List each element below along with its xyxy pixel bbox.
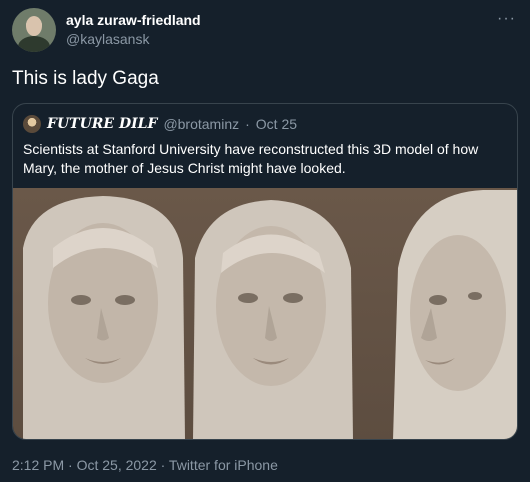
quoted-tweet[interactable]: FUTURE DILF @brotaminz · Oct 25 Scientis… [12, 103, 518, 440]
quoted-tweet-header: FUTURE DILF @brotaminz · Oct 25 [23, 115, 297, 133]
sculpture-faces-image [23, 190, 517, 439]
face-left [23, 196, 185, 439]
quoted-tweet-image[interactable] [13, 188, 517, 439]
author-display-name[interactable]: ayla zuraw-friedland [66, 12, 201, 28]
face-center [193, 200, 353, 439]
quoted-author-name: FUTURE DILF [47, 116, 158, 132]
quoted-author-avatar [23, 115, 41, 133]
avatar-face [26, 16, 42, 36]
tweet-text: This is lady Gaga [12, 68, 159, 89]
tweet-timestamp[interactable]: 2:12 PM · Oct 25, 2022 · Twitter for iPh… [12, 457, 278, 473]
author-handle[interactable]: @kaylasansk [66, 31, 149, 47]
quoted-separator: · [245, 116, 250, 132]
quoted-tweet-text: Scientists at Stanford University have r… [23, 141, 479, 176]
author-avatar[interactable] [12, 8, 56, 52]
face-right [393, 190, 517, 439]
more-options-icon[interactable]: ··· [497, 10, 516, 28]
quoted-date: Oct 25 [255, 116, 298, 132]
quoted-author-handle: @brotaminz [163, 116, 240, 132]
avatar-body [18, 36, 50, 52]
